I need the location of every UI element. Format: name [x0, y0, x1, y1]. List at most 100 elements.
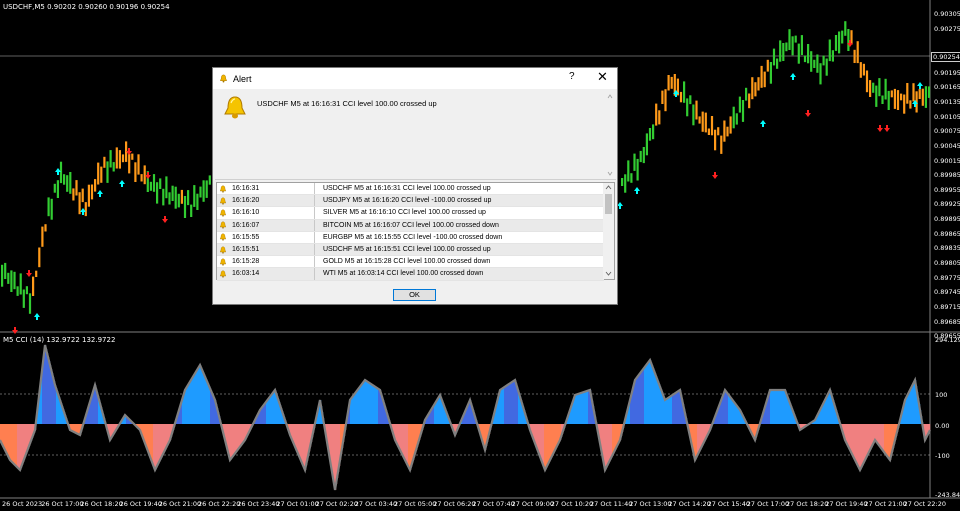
candle	[202, 180, 205, 202]
price-tick: 0.90105	[934, 112, 960, 121]
alert-time: 16:03:14	[229, 268, 315, 280]
candle	[859, 62, 862, 78]
candle	[642, 147, 645, 164]
alert-bell-icon	[224, 96, 246, 119]
price-tick: 0.90165	[934, 83, 960, 92]
time-tick: 26 Oct 17:00	[41, 500, 84, 508]
alert-text: GOLD M5 at 16:15:28 CCI level 100.00 cro…	[323, 258, 491, 266]
candle	[757, 77, 760, 91]
cci-tick: -243.843	[935, 491, 960, 499]
candle	[689, 95, 692, 105]
sell-arrow-icon	[805, 110, 811, 117]
alert-history-list[interactable]: 16:16:31 USDCHF M5 at 16:16:31 CCI level …	[216, 182, 615, 281]
candle	[779, 40, 782, 62]
candle	[35, 270, 38, 277]
candle	[825, 58, 828, 76]
candle	[140, 174, 143, 182]
list-scrollbar[interactable]	[603, 183, 614, 279]
price-axis: 0.903050.902750.902250.901950.901650.901…	[930, 0, 960, 340]
time-tick: 26 Oct 22:20	[198, 500, 241, 508]
candle	[745, 87, 748, 101]
candle	[199, 186, 202, 198]
price-tick: 0.89775	[934, 273, 960, 282]
candle	[875, 85, 878, 107]
list-item[interactable]: 16:15:51 USDCHF M5 at 16:15:51 CCI level …	[217, 243, 604, 257]
chart-symbol-header: USDCHF,M5 0.90202 0.90260 0.90196 0.9025…	[3, 3, 170, 11]
alert-time: 16:15:28	[229, 256, 315, 268]
candle	[695, 100, 698, 120]
bell-icon	[217, 270, 229, 278]
list-item[interactable]: 16:16:10 SILVER M5 at 16:16:10 CCI level …	[217, 207, 604, 220]
candle	[38, 247, 41, 268]
candle	[890, 90, 893, 98]
candle	[701, 111, 704, 132]
candle	[683, 81, 686, 103]
candle	[782, 43, 785, 61]
time-tick: 27 Oct 18:20	[786, 500, 829, 508]
price-tick: 0.89955	[934, 185, 960, 194]
sell-arrow-icon	[12, 327, 18, 334]
alert-message-area: USDCHF M5 at 16:16:31 CCI level 100.00 c…	[215, 90, 616, 180]
list-item[interactable]: 16:16:20 USDJPY M5 at 16:16:20 CCI level …	[217, 195, 604, 208]
candle	[50, 198, 53, 220]
candle	[670, 76, 673, 89]
buy-arrow-icon	[34, 313, 40, 320]
candle	[187, 190, 190, 206]
candle	[679, 91, 683, 103]
cci-tick: 0.00	[935, 422, 950, 430]
candle	[760, 65, 763, 88]
dialog-titlebar[interactable]: Alert ? ✕	[213, 68, 617, 89]
sell-arrow-icon	[145, 172, 151, 179]
candle	[729, 116, 732, 134]
bell-icon	[217, 197, 229, 205]
list-item[interactable]: 16:16:07 BITCOIN M5 at 16:16:07 CCI level…	[217, 219, 604, 232]
list-item[interactable]: 16:16:31 USDCHF M5 at 16:16:31 CCI level …	[217, 183, 604, 196]
candle	[143, 165, 146, 185]
candle	[205, 180, 208, 198]
price-tick: 0.89835	[934, 244, 960, 253]
candle	[869, 80, 872, 97]
help-button[interactable]: ?	[569, 71, 575, 82]
time-tick: 27 Oct 03:40	[354, 500, 398, 508]
cci-tick: -100	[935, 452, 950, 460]
candle	[100, 166, 103, 183]
time-tick: 27 Oct 19:40	[825, 500, 868, 508]
candle	[707, 128, 710, 135]
candle	[881, 95, 884, 104]
candle	[884, 78, 887, 100]
candle	[121, 154, 125, 163]
candle	[63, 174, 66, 185]
alert-text: WTI M5 at 16:03:14 CCI level 100.00 cros…	[323, 270, 484, 278]
candle	[754, 82, 757, 97]
price-tick: 0.89745	[934, 288, 960, 297]
candle	[152, 174, 156, 192]
candle	[22, 289, 25, 308]
alert-time: 16:15:51	[229, 243, 315, 256]
time-tick: 27 Oct 15:40	[707, 500, 750, 508]
close-button[interactable]: ✕	[597, 69, 608, 85]
ok-button[interactable]: OK	[393, 289, 436, 301]
candle	[878, 78, 881, 97]
time-tick: 26 Oct 23:40	[237, 500, 280, 508]
sell-arrow-icon	[712, 172, 718, 179]
alert-text: EURGBP M5 at 16:15:55 CCI level -100.00 …	[323, 233, 503, 241]
list-item[interactable]: 16:03:14 WTI M5 at 16:03:14 CCI level 100…	[217, 268, 604, 281]
candle	[131, 153, 134, 160]
candle	[794, 35, 797, 43]
message-scrollbar[interactable]	[606, 92, 614, 178]
candle	[94, 179, 97, 192]
candle	[720, 135, 723, 154]
candle	[159, 178, 162, 189]
candle	[872, 82, 875, 93]
candle	[710, 116, 714, 136]
sell-arrow-icon	[884, 125, 890, 132]
candle	[816, 54, 819, 73]
sell-arrow-icon	[162, 216, 168, 223]
alert-dialog[interactable]: Alert ? ✕ USDCHF M5 at 16:16:31 CCI leve…	[212, 67, 618, 305]
list-item[interactable]: 16:15:28 GOLD M5 at 16:15:28 CCI level 10…	[217, 256, 604, 269]
list-item[interactable]: 16:15:55 EURGBP M5 at 16:15:55 CCI level …	[217, 231, 604, 244]
candle	[667, 75, 670, 91]
candle	[137, 154, 140, 175]
candle	[25, 286, 28, 295]
candle	[44, 224, 47, 232]
